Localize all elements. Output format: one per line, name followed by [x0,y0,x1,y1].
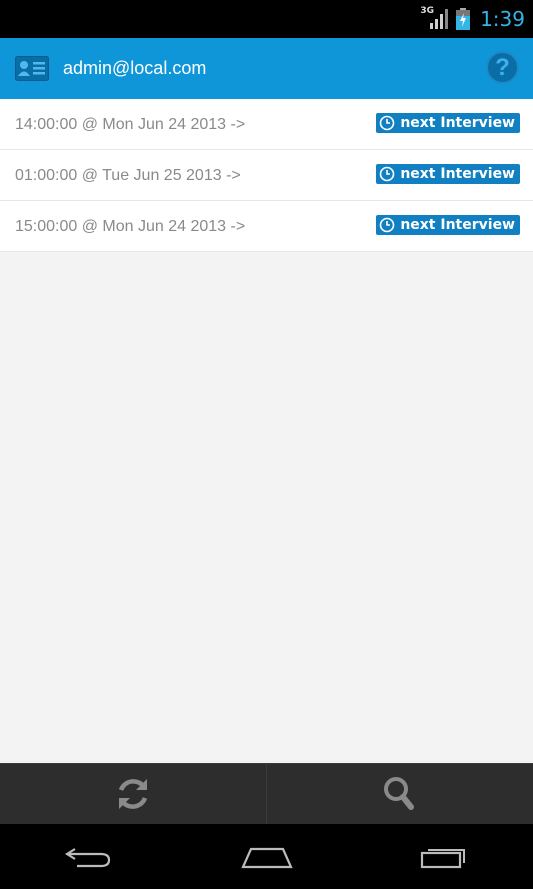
battery-charging-icon [456,8,471,30]
next-interview-badge: next Interview [376,215,520,235]
badge-label: next Interview [400,166,515,182]
action-bar [0,763,533,824]
clock-icon [380,115,395,131]
home-icon [240,847,293,868]
badge-label: next Interview [400,217,515,233]
next-interview-badge: next Interview [376,164,520,184]
help-button[interactable]: ? [486,51,519,84]
search-button[interactable] [266,764,533,824]
search-icon [384,777,414,810]
app-header: admin@local.com ? [0,38,533,99]
recent-apps-button[interactable] [355,824,533,889]
main-content: 14:00:00 @ Mon Jun 24 2013 -> next Inter… [0,99,533,763]
status-bar: 3G 1:39 [0,0,533,38]
interview-list: 14:00:00 @ Mon Jun 24 2013 -> next Inter… [0,99,533,252]
refresh-button[interactable] [0,764,266,824]
clock: 1:39 [480,7,525,31]
badge-label: next Interview [400,115,515,131]
refresh-icon [118,779,148,809]
navigation-bar [0,824,533,889]
home-button[interactable] [178,824,356,889]
interview-datetime: 14:00:00 @ Mon Jun 24 2013 -> [15,116,246,133]
interview-datetime: 15:00:00 @ Mon Jun 24 2013 -> [15,218,246,235]
clock-icon [380,166,395,182]
recent-apps-icon [421,848,466,868]
status-icons: 3G 1:39 [410,0,525,38]
interview-datetime: 01:00:00 @ Tue Jun 25 2013 -> [15,167,241,184]
back-icon [64,847,110,867]
network-type: 3G [420,6,435,16]
contact-card-icon [15,56,49,81]
help-icon: ? [495,53,510,81]
clock-icon [380,217,395,233]
interview-list-item[interactable]: 15:00:00 @ Mon Jun 24 2013 -> next Inter… [0,201,533,252]
account-email: admin@local.com [63,58,207,78]
back-button[interactable] [0,824,178,889]
interview-list-item[interactable]: 14:00:00 @ Mon Jun 24 2013 -> next Inter… [0,99,533,150]
interview-list-item[interactable]: 01:00:00 @ Tue Jun 25 2013 -> next Inter… [0,150,533,201]
next-interview-badge: next Interview [376,113,520,133]
